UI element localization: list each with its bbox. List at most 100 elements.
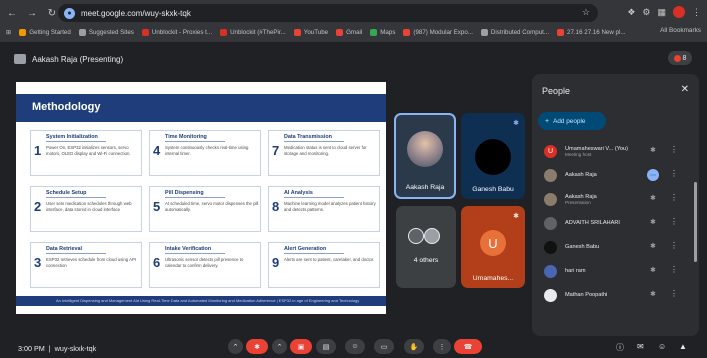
leave-call-button[interactable]: ☎ bbox=[454, 339, 482, 354]
camera-toggle-button[interactable]: ▣ bbox=[290, 339, 312, 354]
add-people-button[interactable]: + Add people bbox=[538, 112, 606, 130]
participant-row[interactable]: ADVAITH SRILAHARI ✱ ⋮ bbox=[544, 212, 689, 234]
bookmark-item[interactable]: 27.16 27.16 New pl... bbox=[557, 29, 626, 36]
card-divider bbox=[284, 253, 344, 254]
bottom-bar: 3:00 PM | wuy-skxk-tqk ⌃ ✱ ⌃ ▣ ▤ ☺ ▭ ✋ ⋮… bbox=[0, 336, 707, 358]
chat-icon[interactable]: ✉ bbox=[637, 342, 644, 351]
meeting-code: wuy-skxk-tqk bbox=[54, 344, 97, 353]
bookmark-favicon-icon bbox=[480, 29, 488, 36]
card-text: At scheduled time, servo motor dispenses… bbox=[165, 201, 259, 212]
methodology-card: 5 Pill Dispensing At scheduled time, servo… bbox=[149, 186, 261, 232]
participant-text: hari ram bbox=[565, 268, 651, 274]
captions-button[interactable]: ▤ bbox=[316, 339, 336, 354]
people-panel: People ✕ + Add people U Umamaheswari V...… bbox=[532, 74, 699, 336]
participant-row[interactable]: Aakash Raja ⋯ ⋮ bbox=[544, 164, 689, 186]
meeting-clock: 3:00 PM | wuy-skxk-tqk bbox=[18, 344, 97, 353]
bookmark-label: Getting Started bbox=[29, 29, 71, 36]
more-options-icon[interactable]: ⋮ bbox=[670, 193, 678, 202]
card-number: 4 bbox=[153, 143, 161, 158]
forward-icon[interactable]: → bbox=[24, 5, 40, 21]
bookmark-item[interactable]: Maps bbox=[370, 29, 395, 36]
participant-row[interactable]: hari ram ✱ ⋮ bbox=[544, 260, 689, 282]
participant-row[interactable]: U Umamaheswari V... (You) Meeting host ✱ ⋮ bbox=[544, 140, 689, 162]
tile-name: Aakash Raja bbox=[405, 184, 445, 191]
apps-grid-icon[interactable]: ⊞ bbox=[6, 29, 11, 36]
raise-hand-button[interactable]: ✋ bbox=[404, 339, 424, 354]
more-options-icon[interactable]: ⋮ bbox=[670, 145, 678, 154]
bookmark-item[interactable]: Gmail bbox=[336, 29, 362, 36]
bookmark-item[interactable]: Distributed Comput... bbox=[480, 29, 549, 36]
activities-icon[interactable]: ▲ bbox=[679, 342, 687, 351]
back-icon[interactable]: ← bbox=[4, 5, 20, 21]
more-options-icon[interactable]: ⋮ bbox=[670, 169, 678, 178]
bookmark-label: (987) Modular Expo... bbox=[413, 29, 473, 36]
mic-off-icon[interactable]: ✱ bbox=[650, 218, 656, 226]
tile-umamaheswari[interactable]: ✱ U Umamahes... bbox=[461, 206, 525, 288]
participant-row[interactable]: Ganesh Babu ✱ ⋮ bbox=[544, 236, 689, 258]
tile-ganesh[interactable]: ✱ Ganesh Babu bbox=[461, 113, 525, 199]
tab-search-icon[interactable]: ▦ bbox=[657, 7, 666, 18]
all-bookmarks-button[interactable]: All Bookmarks bbox=[660, 27, 701, 34]
tile-aakash[interactable]: Aakash Raja bbox=[394, 113, 456, 199]
card-number: 1 bbox=[34, 143, 42, 158]
participant-row[interactable]: Aakash Raja Presentation ✱ ⋮ bbox=[544, 188, 689, 210]
extension-icon[interactable]: ❖ bbox=[627, 7, 635, 18]
mic-off-icon: ✱ bbox=[513, 213, 519, 220]
bookmark-favicon-icon bbox=[336, 29, 344, 36]
mic-toggle-button[interactable]: ✱ bbox=[246, 339, 268, 354]
methodology-card: 4 Time Monitoring System continuously chec… bbox=[149, 130, 261, 176]
card-text: Medication status is sent to cloud serve… bbox=[284, 145, 367, 156]
bookmark-label: Suggested Sites bbox=[88, 29, 134, 36]
more-options-icon[interactable]: ⋮ bbox=[670, 241, 678, 250]
methodology-card: 8 AI Analysis Machine learning model analy… bbox=[268, 186, 380, 232]
card-text: System continuously checks real-time usi… bbox=[165, 145, 249, 156]
bookmark-item[interactable]: YouTube bbox=[293, 29, 328, 36]
bookmark-item[interactable]: Suggested Sites bbox=[78, 29, 134, 36]
emoji-button[interactable]: ☺ bbox=[345, 339, 365, 354]
avatar bbox=[544, 288, 557, 302]
site-info-icon[interactable]: ● bbox=[64, 7, 75, 19]
bookmark-item[interactable]: Getting Started bbox=[19, 29, 71, 36]
bookmark-favicon-icon bbox=[78, 29, 86, 36]
participant-count-pill[interactable]: 8 bbox=[668, 51, 692, 65]
more-options-button[interactable]: ⋮ bbox=[433, 339, 451, 354]
mic-off-icon[interactable]: ✱ bbox=[650, 146, 656, 154]
info-icon[interactable]: ⓘ bbox=[616, 342, 624, 353]
mic-off-icon[interactable]: ✱ bbox=[650, 266, 656, 274]
camera-options-chevron-icon[interactable]: ⌃ bbox=[272, 339, 287, 354]
present-button[interactable]: ▭ bbox=[374, 339, 394, 354]
address-bar[interactable]: ● meet.google.com/wuy-skxk-tqk ☆ bbox=[58, 4, 598, 22]
presentation-icon bbox=[14, 54, 26, 64]
menu-dots-icon[interactable]: ⋮ bbox=[692, 7, 701, 18]
bookmark-item[interactable]: (987) Modular Expo... bbox=[403, 29, 473, 36]
close-icon[interactable]: ✕ bbox=[681, 84, 689, 95]
mic-off-icon[interactable]: ✱ bbox=[650, 290, 656, 298]
card-divider bbox=[165, 253, 225, 254]
bookmark-item[interactable]: Unblockit - Proxies t... bbox=[141, 29, 212, 36]
people-scrollbar[interactable] bbox=[694, 182, 697, 262]
participant-role: Meeting host bbox=[565, 151, 592, 157]
avatar: U bbox=[480, 230, 506, 256]
card-divider bbox=[165, 197, 225, 198]
mic-options-chevron-icon[interactable]: ⌃ bbox=[228, 339, 243, 354]
profile-avatar[interactable] bbox=[673, 6, 685, 18]
tile-name: Ganesh Babu bbox=[472, 186, 514, 193]
participant-role: Presentation bbox=[565, 199, 591, 205]
puzzle-icon[interactable]: ⚙ bbox=[642, 7, 650, 18]
mic-off-icon: ✱ bbox=[513, 120, 519, 127]
card-divider bbox=[46, 141, 106, 142]
more-options-icon[interactable]: ⋮ bbox=[670, 265, 678, 274]
mic-off-icon[interactable]: ✱ bbox=[650, 194, 656, 202]
tile-others[interactable]: 4 others bbox=[396, 206, 456, 288]
mic-off-icon[interactable]: ✱ bbox=[650, 242, 656, 250]
url-row: ← → ↻ ● meet.google.com/wuy-skxk-tqk ☆ ❖… bbox=[0, 3, 707, 23]
more-options-icon[interactable]: ⋮ bbox=[670, 289, 678, 298]
more-options-icon[interactable]: ⋮ bbox=[670, 217, 678, 226]
bookmark-star-icon[interactable]: ☆ bbox=[582, 7, 590, 18]
participant-row[interactable]: Mathan Poopathi ✱ ⋮ bbox=[544, 284, 689, 306]
slide-footer-text: An Intelligent Dispensing and Management… bbox=[56, 298, 360, 303]
card-text: User sets medication schedules through w… bbox=[46, 201, 132, 212]
participant-text: ADVAITH SRILAHARI bbox=[565, 220, 651, 226]
people-icon[interactable]: ☺ bbox=[658, 342, 666, 351]
bookmark-item[interactable]: Unblockit (#ThePir... bbox=[220, 29, 286, 36]
